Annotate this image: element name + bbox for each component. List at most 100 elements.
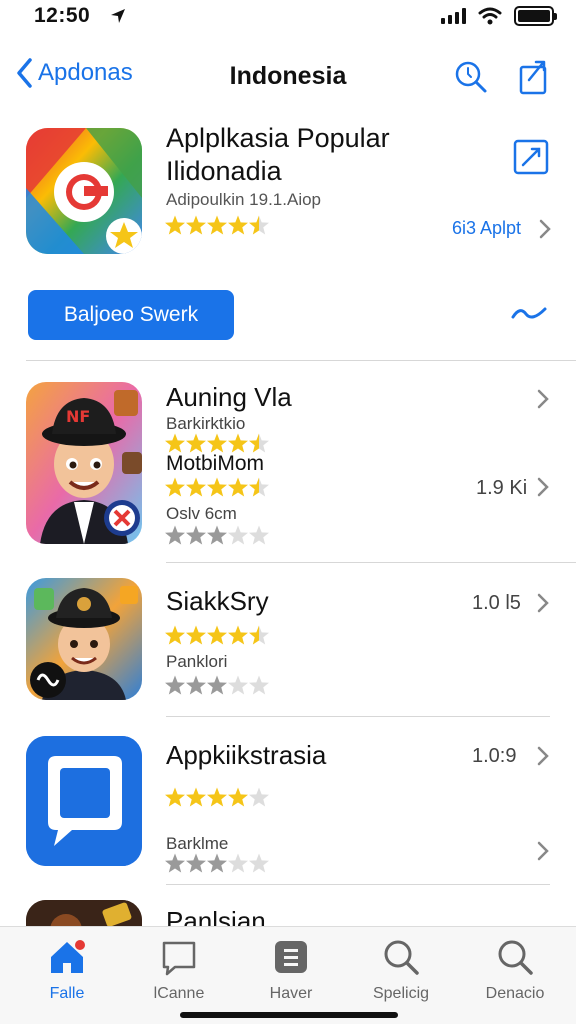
star-icon [249,477,269,497]
share-icon [519,60,547,95]
search-icon [384,940,419,975]
star-icon [207,853,227,873]
tab-chat[interactable]: lCanne [124,935,234,1003]
svg-text:NF: NF [66,407,90,426]
cellular-signal-icon [441,8,466,24]
chevron-right-icon [539,219,551,239]
star-icon [249,433,269,453]
app-category: MotbiMom [166,452,265,475]
star-icon [186,433,206,453]
star-icon [165,525,185,545]
app-rating-stars [165,477,269,497]
chevron-right-icon [537,746,549,766]
chevron-right-icon [537,593,549,613]
star-icon [186,625,206,645]
star-icon [165,215,185,235]
divider [26,360,576,361]
app-name: Auning Vla [166,382,292,412]
app-developer: Barkirktkio [166,414,246,433]
star-icon [207,787,227,807]
status-indicators [441,6,557,26]
divider [166,562,576,563]
tab-label: Haver [269,985,313,1002]
status-bar: 12:50 [0,0,576,36]
tab-label: Falle [49,985,85,1002]
tab-search[interactable]: Spelicig [346,935,456,1003]
battery-icon [514,6,557,26]
chat-bubble-icon [26,736,142,866]
star-icon [165,477,185,497]
app-developer: Panklori [166,652,228,671]
search-icon [498,940,533,975]
tab-label: Spelicig [372,985,430,1002]
star-icon [165,787,185,807]
star-icon [228,675,248,695]
star-icon [165,433,185,453]
star-icon [249,625,269,645]
edit-button[interactable] [512,138,550,181]
featured-title: Aplplkasia Popular Ilidonadia [166,122,456,188]
page-title: Indonesia [229,62,347,90]
app-meta: 1.9 Ki [476,477,528,499]
featured-rating-stars [165,215,269,235]
star-icon [228,215,248,235]
primary-action-button[interactable]: Baljoeo Swerk [28,290,234,340]
edit-icon [513,139,549,175]
app-developer: Barklme [166,834,229,853]
cartoon-character-icon [26,578,142,700]
app-size: Oslv 6cm [166,504,237,523]
divider [166,884,550,885]
star-icon [207,433,227,453]
app-name: Appkiikstrasia [166,740,327,770]
tab-search-alt[interactable]: Denacio [460,935,570,1003]
star-icon [249,525,269,545]
app-rating-stars-gray [165,853,269,873]
star-icon [249,675,269,695]
star-icon [228,787,248,807]
star-icon [186,675,206,695]
star-icon [207,215,227,235]
star-icon [249,853,269,873]
tab-home[interactable]: Falle [12,935,122,1003]
google-logo-icon [26,128,142,254]
app-icon[interactable]: NF [26,382,142,544]
navigation-bar: Apdonas Indonesia [0,50,576,106]
wave-chevron-icon[interactable] [510,302,548,324]
star-icon [207,625,227,645]
app-meta: 1.0 l5 [472,592,521,614]
share-button[interactable] [518,58,550,101]
featured-title-line1: Aplplkasia Popular [166,123,390,153]
app-rating-stars-gray [165,525,269,545]
star-icon [249,215,269,235]
star-icon [186,853,206,873]
app-rating-stars [165,625,269,645]
featured-app-icon[interactable] [26,128,142,254]
battery-fill [518,10,550,22]
star-icon [228,853,248,873]
app-icon[interactable] [26,736,142,866]
star-icon [228,625,248,645]
featured-subtitle: Adipoulkin 19.1.Aiop [166,190,322,209]
app-meta: 1.0:9 [472,745,517,767]
location-arrow-icon [111,9,125,23]
tab-bar: Falle lCanne Haver Spelicig Denacio [0,926,576,1024]
search-button[interactable] [454,60,488,99]
star-icon [228,525,248,545]
app-icon[interactable] [26,578,142,700]
divider [166,716,550,717]
star-icon [228,477,248,497]
star-icon [165,675,185,695]
chat-icon [162,941,196,976]
featured-app: Aplplkasia Popular Ilidonadia Adipoulkin… [0,120,576,270]
star-icon [186,787,206,807]
chevron-right-icon [537,841,549,861]
app-rating-stars-gray [165,675,269,695]
star-icon [186,477,206,497]
tab-document[interactable]: Haver [236,935,346,1003]
status-time: 12:50 [34,4,91,27]
featured-count-link[interactable]: 6i3 Aplpt [452,218,521,239]
tab-label: Denacio [485,985,545,1002]
star-icon [186,525,206,545]
tab-label: lCanne [153,985,205,1002]
app-name: SiakkSry [166,586,269,616]
